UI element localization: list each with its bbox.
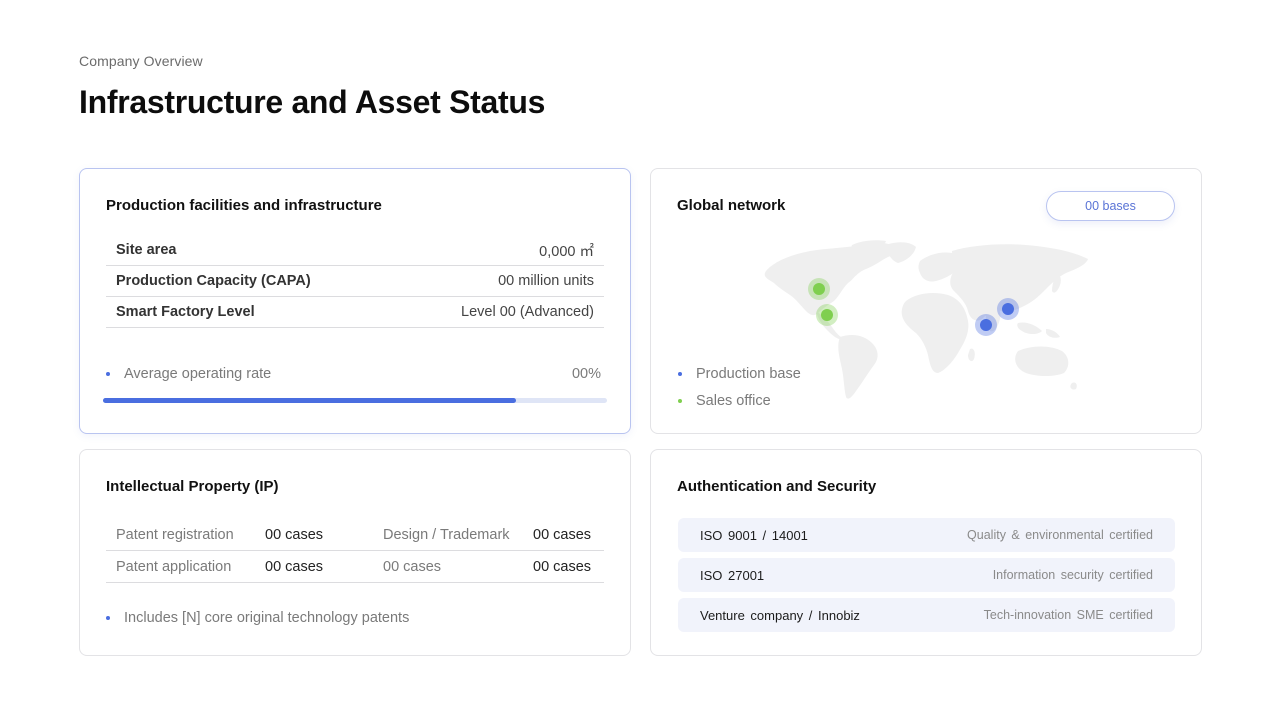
list-item: ISO 9001 / 14001 Quality & environmental… <box>678 518 1175 552</box>
row-value: 00 million units <box>498 273 594 289</box>
table-row: Patent application 00 cases 00 cases 00 … <box>106 551 604 583</box>
ip-note-text: Includes [N] core original technology pa… <box>124 610 410 626</box>
cert-name: ISO 9001 / 14001 <box>700 527 808 543</box>
legend-label: Sales office <box>696 393 771 409</box>
cert-desc: Tech-innovation SME certified <box>983 608 1153 622</box>
bases-count-badge[interactable]: 00 bases <box>1046 191 1175 221</box>
progress-fill <box>103 398 517 403</box>
operating-rate-label: Average operating rate <box>106 366 271 382</box>
cert-name: ISO 27001 <box>700 567 765 583</box>
auth-card-title: Authentication and Security <box>677 478 877 495</box>
row-label: Site area <box>116 242 177 258</box>
ip-value: 00 cases <box>533 558 592 575</box>
ip-label: 00 cases <box>383 558 442 575</box>
legend-sales-office: Sales office <box>678 393 771 409</box>
production-table: Site area 0,000 ㎡ Production Capacity (C… <box>106 235 604 328</box>
ip-label: Patent application <box>116 558 232 575</box>
production-card-title: Production facilities and infrastructure <box>106 197 382 214</box>
ip-value: 00 cases <box>265 558 324 575</box>
list-item: ISO 27001 Information security certified <box>678 558 1175 592</box>
table-row: Smart Factory Level Level 00 (Advanced) <box>106 297 604 328</box>
network-card[interactable]: Global network 00 bases Production base … <box>650 168 1202 434</box>
ip-value: 00 cases <box>265 526 324 543</box>
operating-rate-value: 00% <box>571 366 601 382</box>
ip-label: Design / Trademark <box>383 526 510 543</box>
ip-value: 00 cases <box>533 526 592 543</box>
page-title: Infrastructure and Asset Status <box>79 84 546 120</box>
row-value: Level 00 (Advanced) <box>461 304 594 320</box>
eyebrow-label: Company Overview <box>79 53 203 69</box>
ip-label: Patent registration <box>116 526 234 543</box>
cert-desc: Quality & environmental certified <box>967 528 1153 542</box>
bullet-dot-icon <box>106 372 110 376</box>
bullet-dot-icon <box>678 372 682 376</box>
row-value: 0,000 ㎡ <box>539 243 594 260</box>
ip-note: Includes [N] core original technology pa… <box>106 610 409 626</box>
world-map-icon <box>764 240 1088 399</box>
auth-card[interactable]: Authentication and Security ISO 9001 / 1… <box>650 449 1202 656</box>
production-card[interactable]: Production facilities and infrastructure… <box>79 168 631 434</box>
table-row: Site area 0,000 ㎡ <box>106 235 604 266</box>
operating-rate-progress <box>103 398 607 403</box>
ip-card-title: Intellectual Property (IP) <box>106 478 279 495</box>
legend-label: Production base <box>696 366 801 382</box>
operating-rate-text: Average operating rate <box>124 366 272 382</box>
bullet-dot-icon <box>106 616 110 620</box>
list-item: Venture company / Innobiz Tech-innovatio… <box>678 598 1175 632</box>
row-label: Smart Factory Level <box>116 304 255 320</box>
table-row: Patent registration 00 cases Design / Tr… <box>106 519 604 551</box>
cert-name: Venture company / Innobiz <box>700 607 860 623</box>
bullet-dot-icon <box>678 399 682 403</box>
legend-production-base: Production base <box>678 366 801 382</box>
row-label: Production Capacity (CAPA) <box>116 273 311 289</box>
cert-desc: Information security certified <box>992 568 1153 582</box>
cert-list: ISO 9001 / 14001 Quality & environmental… <box>678 518 1175 638</box>
network-card-title: Global network <box>677 197 786 214</box>
ip-card[interactable]: Intellectual Property (IP) Patent regist… <box>79 449 631 656</box>
ip-table: Patent registration 00 cases Design / Tr… <box>106 519 604 583</box>
table-row: Production Capacity (CAPA) 00 million un… <box>106 266 604 297</box>
